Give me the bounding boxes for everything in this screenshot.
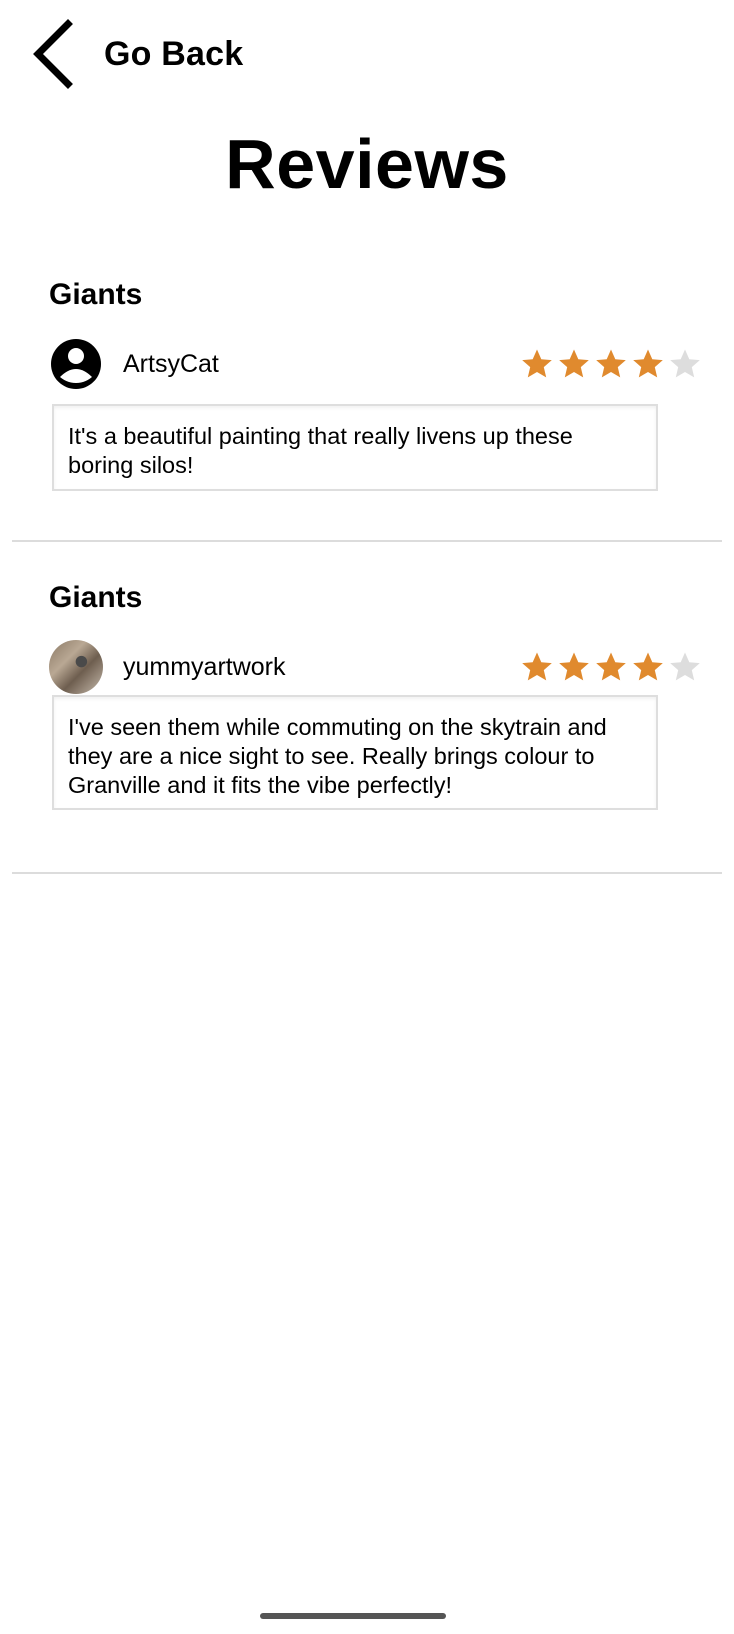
review-card: Giants ArtsyCat It's a beautiful paintin… bbox=[12, 274, 722, 542]
star-empty-icon bbox=[669, 651, 701, 683]
star-filled-icon bbox=[595, 348, 627, 380]
star-rating bbox=[521, 651, 701, 683]
review-user-row: yummyartwork bbox=[49, 639, 701, 695]
page-title: Reviews bbox=[225, 125, 509, 203]
star-empty-icon bbox=[669, 348, 701, 380]
star-filled-icon bbox=[632, 651, 664, 683]
reviews-screen: Go Back Reviews Giants ArtsyCat It's a b… bbox=[0, 0, 734, 1634]
review-username[interactable]: ArtsyCat bbox=[123, 350, 219, 379]
review-text: It's a beautiful painting that really li… bbox=[52, 404, 658, 491]
user-circle-icon[interactable] bbox=[49, 337, 103, 391]
star-rating bbox=[521, 348, 701, 380]
star-filled-icon bbox=[632, 348, 664, 380]
back-button[interactable]: Go Back bbox=[30, 14, 243, 94]
review-user-row: ArtsyCat bbox=[49, 336, 701, 392]
avatar[interactable] bbox=[49, 640, 103, 694]
star-filled-icon bbox=[521, 651, 553, 683]
review-text: I've seen them while commuting on the sk… bbox=[52, 695, 658, 810]
review-title: Giants bbox=[49, 278, 143, 311]
back-label: Go Back bbox=[104, 34, 244, 73]
chevron-left-icon bbox=[30, 18, 74, 90]
home-indicator[interactable] bbox=[260, 1613, 446, 1619]
review-title: Giants bbox=[49, 581, 143, 614]
star-filled-icon bbox=[558, 651, 590, 683]
review-username[interactable]: yummyartwork bbox=[123, 653, 286, 682]
review-card: Giants yummyartwork I've seen them while… bbox=[12, 577, 722, 874]
star-filled-icon bbox=[558, 348, 590, 380]
star-filled-icon bbox=[521, 348, 553, 380]
star-filled-icon bbox=[595, 651, 627, 683]
